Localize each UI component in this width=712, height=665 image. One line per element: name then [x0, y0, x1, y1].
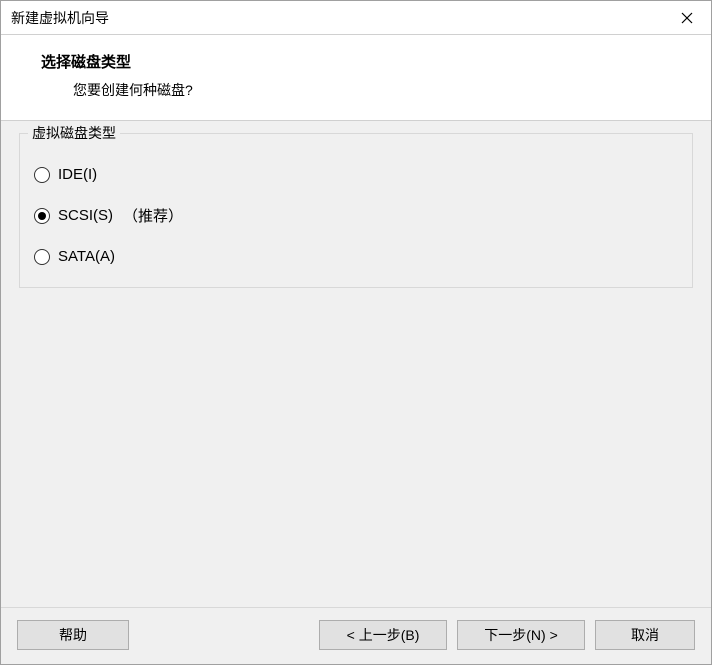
back-button[interactable]: < 上一步(B) — [319, 620, 447, 650]
window-title: 新建虚拟机向导 — [11, 8, 109, 28]
radio-icon — [34, 208, 50, 224]
help-button[interactable]: 帮助 — [17, 620, 129, 650]
next-button[interactable]: 下一步(N) > — [457, 620, 585, 650]
radio-hint: （推荐） — [123, 205, 183, 226]
radio-label: SCSI(S) — [58, 207, 113, 224]
close-button[interactable] — [665, 3, 709, 33]
close-icon — [681, 12, 693, 24]
wizard-dialog: 新建虚拟机向导 选择磁盘类型 您要创建何种磁盘? 虚拟磁盘类型 IDE(I) S… — [0, 0, 712, 665]
titlebar: 新建虚拟机向导 — [1, 1, 711, 35]
radio-option-ide[interactable]: IDE(I) — [34, 166, 678, 183]
radio-label: IDE(I) — [58, 166, 97, 183]
radio-icon — [34, 167, 50, 183]
radio-option-sata[interactable]: SATA(A) — [34, 248, 678, 265]
content-area: 虚拟磁盘类型 IDE(I) SCSI(S) （推荐） SATA(A) — [1, 121, 711, 607]
page-subtitle: 您要创建何种磁盘? — [73, 80, 701, 100]
radio-option-scsi[interactable]: SCSI(S) （推荐） — [34, 205, 678, 226]
footer: 帮助 < 上一步(B) 下一步(N) > 取消 — [1, 607, 711, 664]
cancel-button[interactable]: 取消 — [595, 620, 695, 650]
radio-icon — [34, 249, 50, 265]
header-section: 选择磁盘类型 您要创建何种磁盘? — [1, 35, 711, 121]
group-legend: 虚拟磁盘类型 — [28, 123, 120, 143]
disk-type-group: 虚拟磁盘类型 IDE(I) SCSI(S) （推荐） SATA(A) — [19, 133, 693, 288]
radio-label: SATA(A) — [58, 248, 115, 265]
page-title: 选择磁盘类型 — [41, 51, 701, 72]
